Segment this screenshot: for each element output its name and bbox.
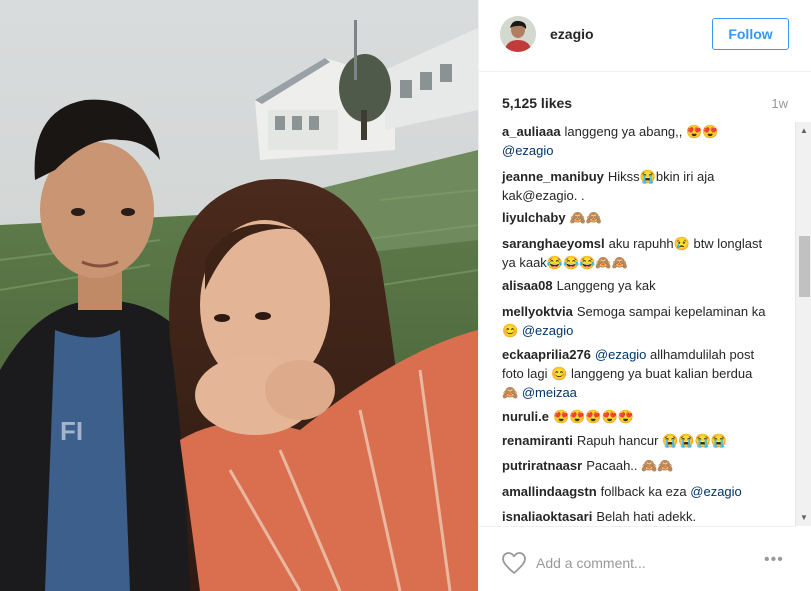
avatar[interactable] (500, 16, 536, 52)
more-options-icon[interactable]: ••• (764, 551, 784, 569)
comment-item: mellyoktvia Semoga sampai kepelaminan ka … (502, 302, 772, 340)
comment-mention[interactable]: @meizaa (522, 385, 577, 400)
comment-item: isnaliaoktasari Belah hati adekk. (502, 507, 772, 526)
comment-text: langgeng ya abang,, 😍😍 (564, 124, 719, 139)
comment-text: 🙈🙈 (569, 210, 602, 225)
comment-item: saranghaeyomsl aku rapuhh😢 btw longlast y… (502, 234, 772, 272)
comment-username[interactable]: mellyoktvia (502, 304, 573, 319)
comment-mention[interactable]: @ezagio (690, 484, 742, 499)
scroll-up-arrow-icon[interactable]: ▲ (796, 122, 811, 139)
post-age[interactable]: 1w (771, 96, 788, 111)
comment-item: a_auliaaa langgeng ya abang,, 😍😍 @ezagio (502, 122, 772, 160)
comment-item: renamiranti Rapuh hancur 😭😭😭😭 (502, 431, 772, 450)
comment-list: a_auliaaa langgeng ya abang,, 😍😍 @ezagio … (479, 122, 811, 526)
comment-username[interactable]: saranghaeyomsl (502, 236, 605, 251)
heart-outline-icon[interactable] (501, 551, 527, 575)
comment-username[interactable]: renamiranti (502, 433, 573, 448)
comment-username[interactable]: putriratnaasr (502, 458, 582, 473)
comment-text: Rapuh hancur 😭😭😭😭 (576, 433, 727, 448)
comment-username[interactable]: eckaaprilia276 (502, 347, 591, 362)
post-author-username[interactable]: ezagio (550, 26, 594, 42)
comment-username[interactable]: jeanne_manibuy (502, 169, 604, 184)
comment-item: liyulchaby 🙈🙈 (502, 208, 772, 227)
comment-text: 😍😍😍😍😍 (552, 409, 634, 424)
comment-text: Langgeng ya kak (556, 278, 656, 293)
comment-scrollbar[interactable]: ▲ ▼ (795, 122, 811, 526)
post-details-panel: ezagio Follow 5,125 likes 1w a_auliaaa la… (478, 0, 811, 591)
comment-username[interactable]: a_auliaaa (502, 124, 561, 139)
comment-text: Belah hati adekk. (596, 509, 697, 524)
comment-username[interactable]: isnaliaoktasari (502, 509, 592, 524)
comment-item: nuruli.e 😍😍😍😍😍 (502, 407, 772, 426)
follow-button[interactable]: Follow (712, 18, 789, 50)
post-header: ezagio Follow (479, 0, 811, 72)
comment-username[interactable]: liyulchaby (502, 210, 566, 225)
comment-composer: ••• (479, 526, 795, 591)
comment-username[interactable]: nuruli.e (502, 409, 549, 424)
comment-item: eckaaprilia276 @ezagio allhamdulilah post… (502, 345, 772, 402)
scroll-down-arrow-icon[interactable]: ▼ (796, 509, 811, 526)
svg-text:FI: FI (60, 416, 83, 446)
comment-text: follback ka eza (600, 484, 687, 499)
comment-item: amallindaagstn follback ka eza @ezagio (502, 482, 772, 501)
comment-text: Pacaah.. 🙈🙈 (586, 458, 674, 473)
comment-mention[interactable]: @ezagio (502, 143, 554, 158)
photo-illustration: FI (0, 0, 478, 591)
post-photo[interactable]: FI (0, 0, 478, 591)
comment-mention[interactable]: @ezagio (522, 323, 574, 338)
comment-username[interactable]: amallindaagstn (502, 484, 597, 499)
comment-item: putriratnaasr Pacaah.. 🙈🙈 (502, 456, 772, 475)
comment-username[interactable]: alisaa08 (502, 278, 553, 293)
comment-item: jeanne_manibuy Hikss😭bkin iri aja kak@eza… (502, 167, 772, 205)
avatar-image (500, 16, 536, 52)
add-comment-input[interactable] (536, 553, 736, 573)
like-count[interactable]: 5,125 likes (502, 95, 572, 111)
scrollbar-thumb[interactable] (799, 236, 810, 297)
comment-mention[interactable]: @ezagio (595, 347, 647, 362)
comment-item: alisaa08 Langgeng ya kak (502, 276, 772, 295)
